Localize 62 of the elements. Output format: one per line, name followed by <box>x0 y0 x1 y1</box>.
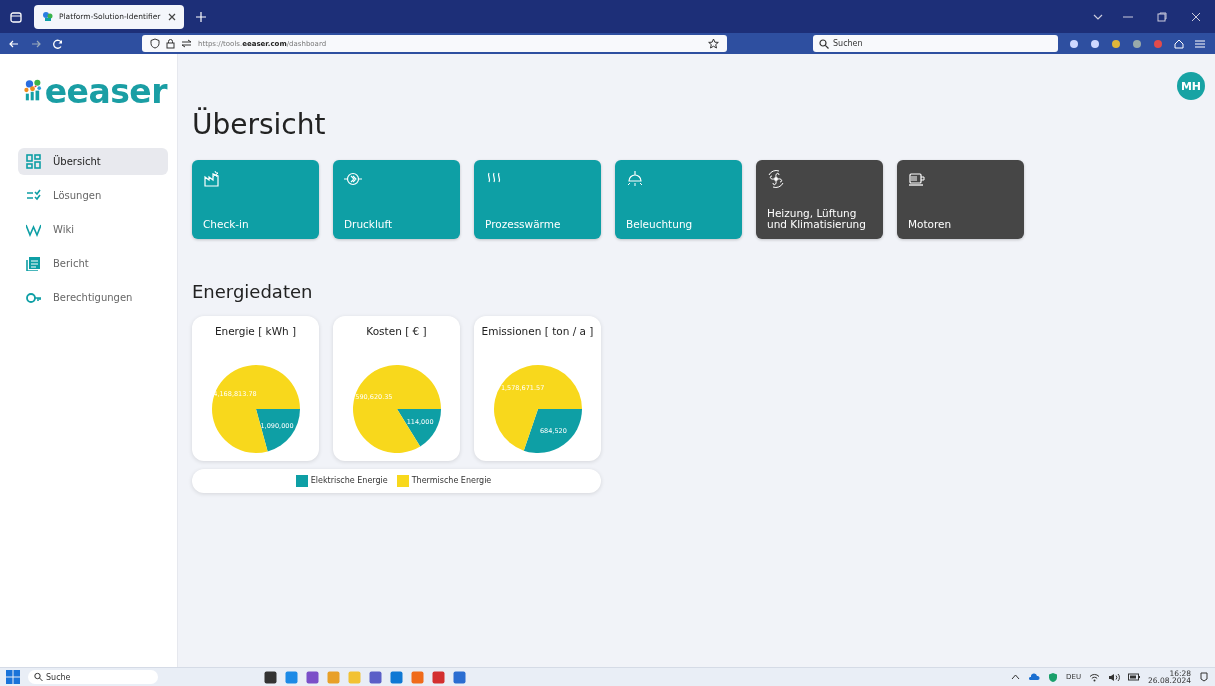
shield-icon[interactable] <box>1048 671 1059 683</box>
extension-icon[interactable] <box>1069 38 1079 49</box>
home-icon[interactable] <box>1174 38 1184 49</box>
document-icon <box>26 256 41 271</box>
back-icon[interactable] <box>9 38 19 49</box>
star-icon[interactable] <box>708 38 719 49</box>
battery-icon[interactable] <box>1128 673 1141 681</box>
checklist-icon <box>26 188 41 203</box>
grid-icon <box>26 154 41 169</box>
key-icon <box>26 290 41 305</box>
app-icon[interactable] <box>264 670 277 684</box>
factory-icon <box>203 169 221 188</box>
legend-label: Thermische Energie <box>411 476 492 486</box>
sidebar-item[interactable]: Übersicht <box>18 148 168 175</box>
app-icon[interactable] <box>306 670 319 684</box>
page-title: Übersicht <box>192 108 327 142</box>
logo-text: eeaser <box>44 75 167 108</box>
search-icon <box>34 672 43 682</box>
reload-icon[interactable] <box>53 38 63 49</box>
category-tile[interactable]: Check-in <box>192 159 319 239</box>
chevron-down-icon[interactable] <box>1093 13 1103 20</box>
forward-icon <box>31 38 41 49</box>
app-icon[interactable] <box>369 670 382 684</box>
restore-icon[interactable] <box>1157 11 1167 22</box>
sidebar-item[interactable]: Bericht <box>18 250 168 277</box>
menu-icon[interactable] <box>1195 39 1205 48</box>
windows-start-icon[interactable] <box>6 670 20 684</box>
arrows-icon <box>181 39 192 48</box>
chart-title: Energie [ kWh ] <box>214 324 297 337</box>
minimize-icon[interactable] <box>1123 15 1133 18</box>
wifi-icon[interactable] <box>1089 672 1101 682</box>
category-tile[interactable]: Beleuchtung <box>615 159 742 239</box>
extension-icon[interactable] <box>1132 38 1142 49</box>
sidebar-item[interactable]: Wiki <box>18 216 168 243</box>
tabs-overview-icon[interactable] <box>10 10 22 23</box>
search-field[interactable]: Suchen <box>813 35 1058 52</box>
category-tile[interactable]: Heizung, Lüftung und Klimatisierung <box>756 159 883 239</box>
sidebar-item[interactable]: Berechtigungen <box>18 284 168 311</box>
fan-icon <box>767 169 785 188</box>
w-letter-icon <box>26 222 41 237</box>
chevron-up-icon[interactable] <box>1011 674 1021 680</box>
section-title: Energiedaten <box>192 280 314 302</box>
chart-title: Emissionen [ ton / a ] <box>481 324 594 337</box>
shield-icon <box>150 38 160 49</box>
chart-title: Kosten [ € ] <box>366 324 427 337</box>
search-icon <box>819 38 829 49</box>
category-tile[interactable]: Druckluft <box>333 159 460 239</box>
new-tab-icon[interactable] <box>196 11 206 22</box>
lock-icon <box>166 38 175 49</box>
taskbar-search-field[interactable]: Suche <box>28 670 158 684</box>
speaker-icon[interactable] <box>1108 672 1121 682</box>
lamp-icon <box>626 169 644 188</box>
cloud-icon[interactable] <box>1028 673 1041 681</box>
category-tile[interactable]: Prozesswärme <box>474 159 601 239</box>
close-icon[interactable] <box>168 12 176 21</box>
sidebar-item[interactable]: Lösungen <box>18 182 168 209</box>
notification-icon[interactable] <box>1199 672 1209 682</box>
legend-label: Elektrische Energie <box>310 476 388 486</box>
extension-icon[interactable] <box>1090 38 1100 49</box>
category-tile[interactable]: Motoren <box>897 159 1024 239</box>
site-icon <box>42 11 53 22</box>
extension-icon[interactable] <box>1111 38 1121 49</box>
